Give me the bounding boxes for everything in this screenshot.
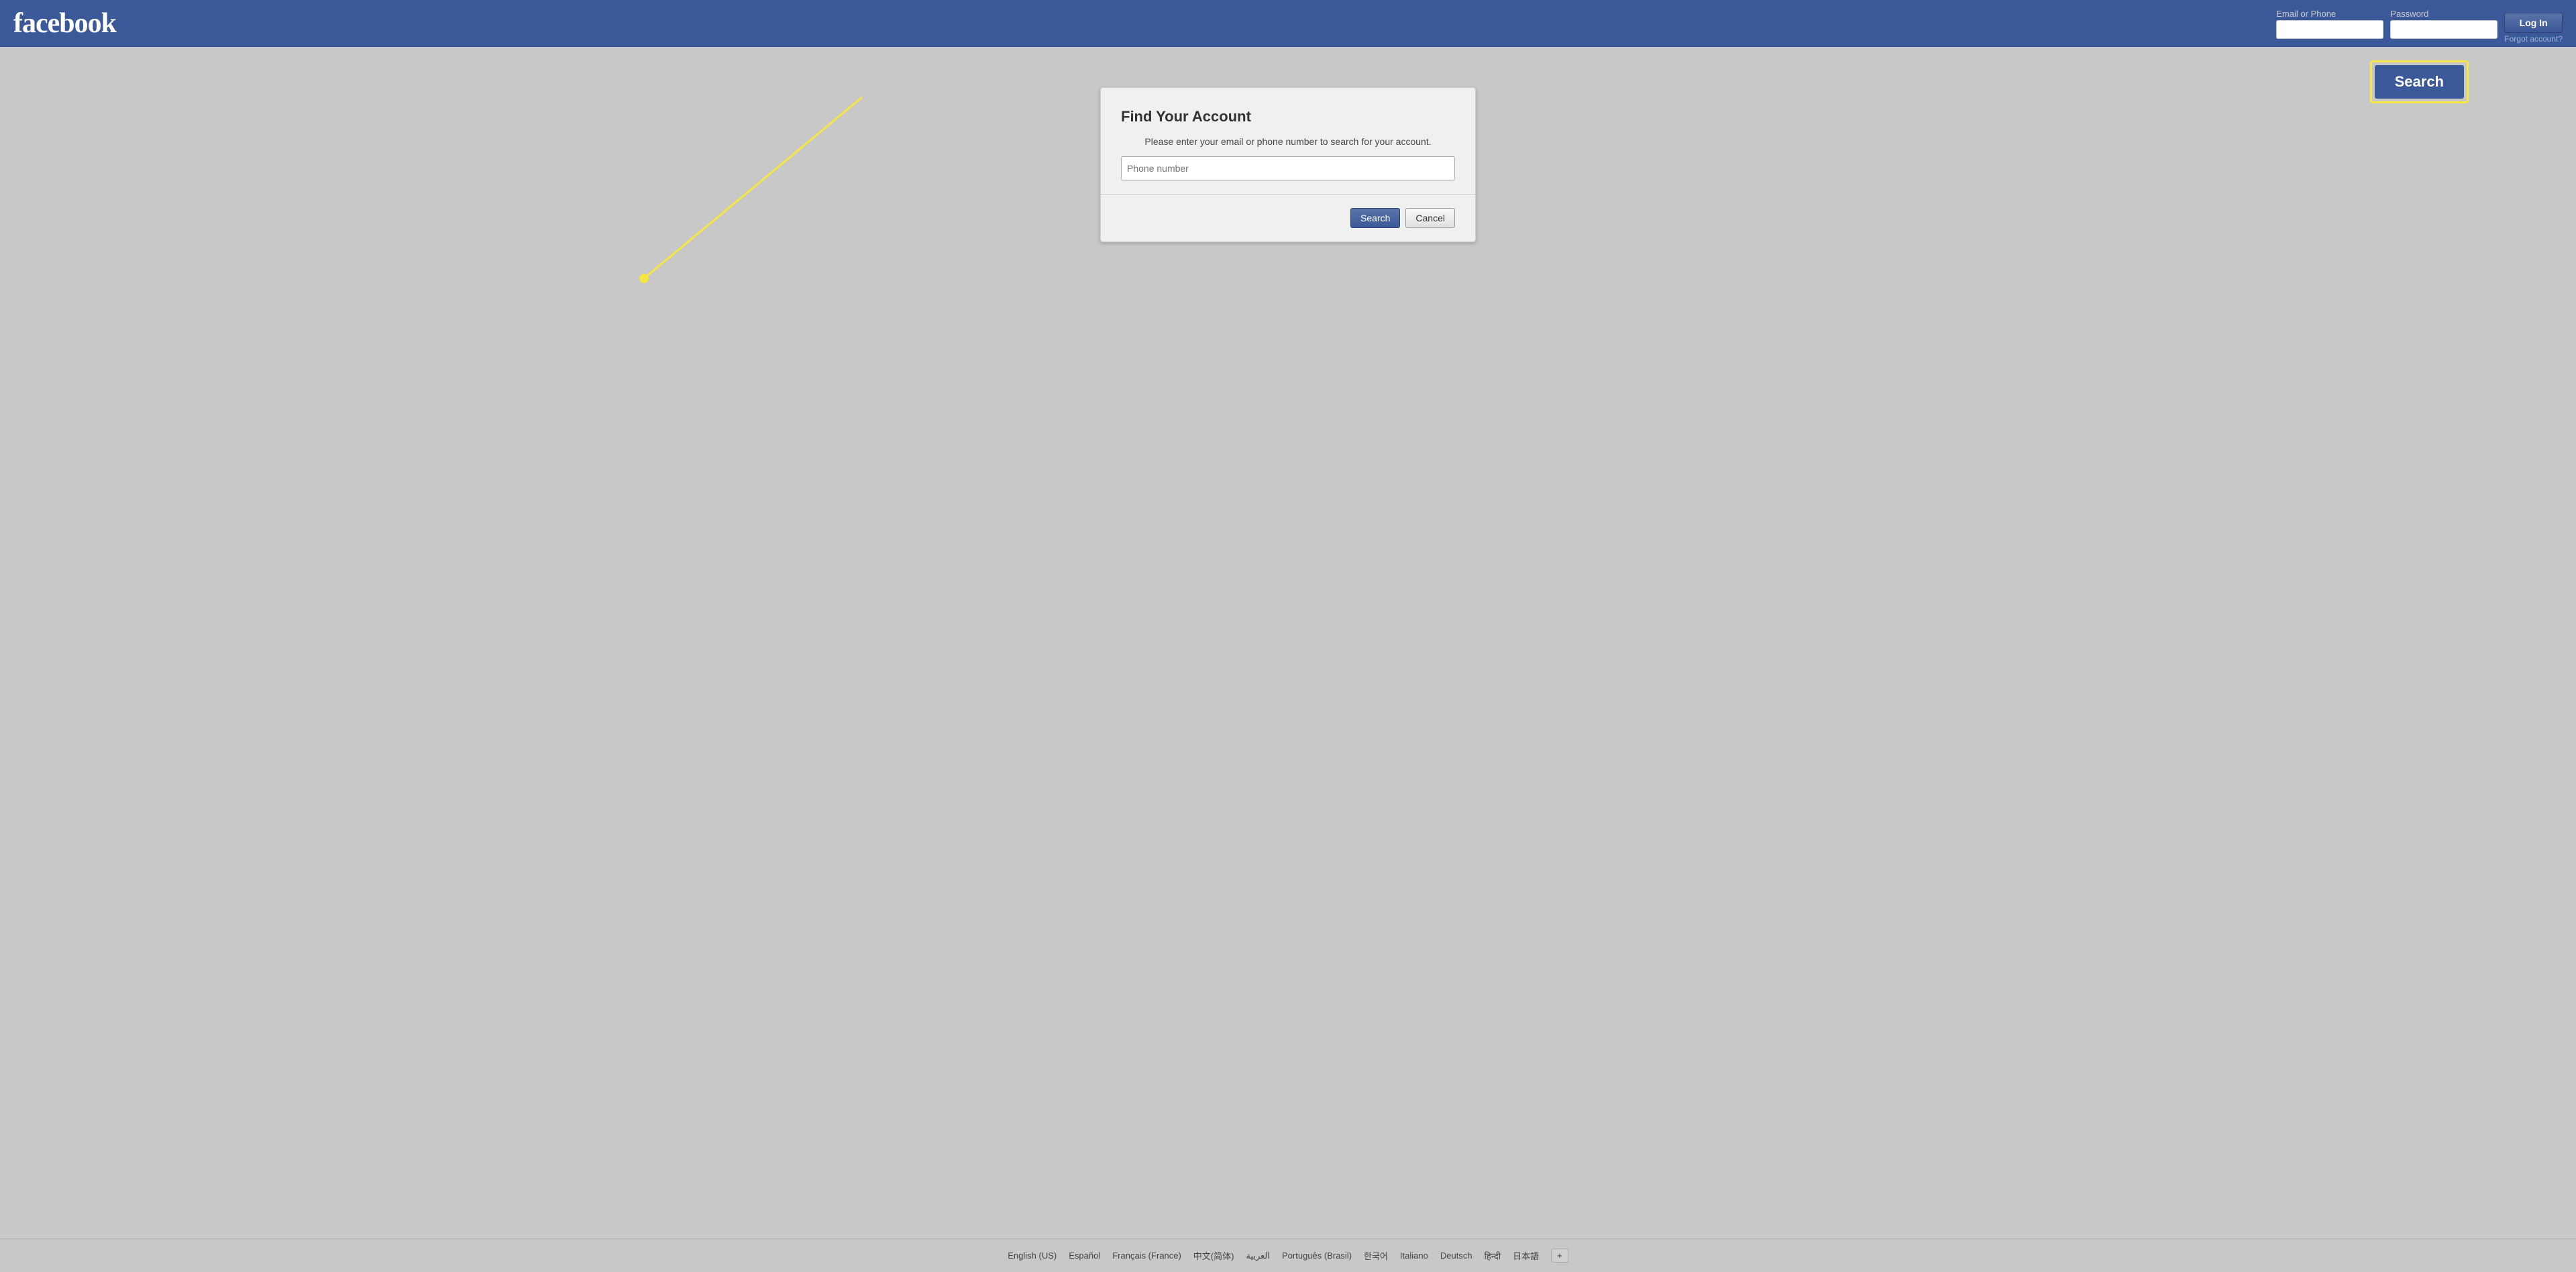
email-input[interactable] [2276,20,2383,39]
search-highlight-button[interactable]: Search [2375,65,2464,99]
nav-right: Email or Phone Password Log In Forgot ac… [2276,3,2563,44]
login-button[interactable]: Log In [2504,13,2563,33]
search-highlight-annotation: Search [2370,60,2469,103]
footer-language-link[interactable]: Português (Brasil) [1282,1251,1352,1261]
footer-language-link[interactable]: Français (France) [1112,1251,1181,1261]
password-label: Password [2390,9,2498,19]
main-content: Search Find Your Account Please enter yo… [0,47,2576,1238]
login-group: Log In Forgot account? [2504,3,2563,44]
arrow-dot [639,274,649,283]
footer-language-link[interactable]: 中文(简体) [1193,1249,1234,1262]
email-label: Email or Phone [2276,9,2383,19]
logo-area: facebook [13,7,116,40]
footer-language-link[interactable]: Deutsch [1440,1251,1472,1261]
footer-language-link[interactable]: 日本語 [1513,1249,1539,1262]
footer-language-link[interactable]: Español [1069,1251,1100,1261]
password-field-group: Password [2390,9,2498,39]
add-language-button[interactable]: + [1551,1249,1568,1263]
forgot-account-link[interactable]: Forgot account? [2504,34,2563,44]
email-field-group: Email or Phone [2276,9,2383,39]
footer-language-link[interactable]: English (US) [1008,1251,1057,1261]
modal-divider [1101,194,1475,195]
password-input[interactable] [2390,20,2498,39]
modal-search-button[interactable]: Search [1350,208,1400,228]
footer: English (US) Español Français (France) 中文(简… [0,1238,2576,1272]
phone-number-input[interactable] [1121,156,1455,180]
facebook-logo: facebook [13,7,116,40]
footer-language-link[interactable]: 한국어 [1364,1249,1388,1262]
footer-language-link[interactable]: العربية [1246,1251,1270,1261]
modal-description: Please enter your email or phone number … [1121,136,1455,147]
footer-language-link[interactable]: Italiano [1400,1251,1428,1261]
footer-language-link[interactable]: हिन्दी [1485,1250,1501,1262]
modal-title: Find Your Account [1121,108,1455,125]
modal-cancel-button[interactable]: Cancel [1405,208,1455,228]
find-account-modal: Find Your Account Please enter your emai… [1100,87,1476,242]
modal-actions: Search Cancel [1121,208,1455,228]
navbar: facebook Email or Phone Password Log In … [0,0,2576,47]
